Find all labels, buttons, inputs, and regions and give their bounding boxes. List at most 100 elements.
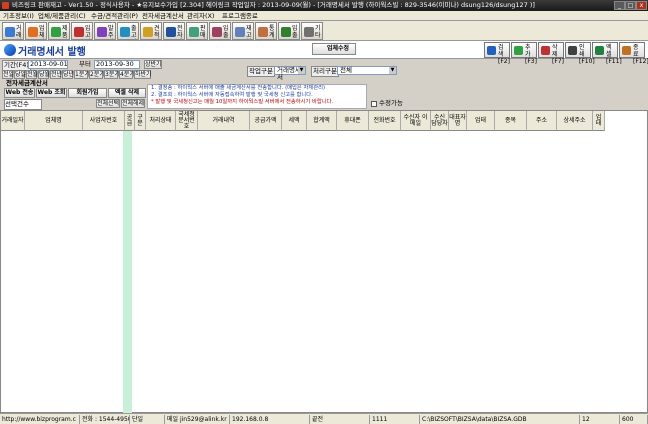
close-button[interactable]: x: [636, 1, 647, 10]
period-button-6[interactable]: 1분기: [74, 70, 90, 79]
document-icon: [4, 44, 16, 56]
etax-button-1[interactable]: Web 조회: [36, 88, 67, 98]
toolbar-icon: [51, 27, 61, 37]
status-cell-5: 끝전: [310, 415, 370, 424]
type-select[interactable]: 거래명세서 ▼: [274, 66, 306, 81]
menu-exit[interactable]: 프로그램종료: [222, 11, 258, 21]
quick-icon: [514, 46, 523, 55]
menu-company[interactable]: 업체/제품관리(C): [38, 11, 86, 21]
half1-button[interactable]: 상반기: [144, 60, 162, 69]
toolbar-button-13[interactable]: 기타: [301, 22, 323, 40]
menu-etax[interactable]: 전자세금계산서: [142, 11, 184, 21]
grid-header-0[interactable]: 거래일자: [1, 111, 25, 131]
toolbar-button-1[interactable]: 업체 관리: [25, 22, 47, 40]
toolbar-button-9[interactable]: 입출금 관리: [209, 22, 231, 40]
period-button-4[interactable]: 전년: [50, 70, 62, 79]
notice-line-2: 2. 결조회 : 하이웍스 서버에 자동접속하여 발행 및 국세청 신고를 합니…: [151, 92, 313, 98]
menu-bar: 기초정보(I) 업체/제품관리(C) 수금/견적관리(P) 전자세금계산서 관리…: [0, 11, 648, 21]
menu-admin[interactable]: 관리자(X): [187, 11, 214, 21]
toolbar-button-11[interactable]: 통계 관리: [255, 22, 277, 40]
data-grid[interactable]: 거래일자 업체명 사업자번호 공급 구분 처리상태 국세청 문서번호 거래내역 공급가액 세액 합계…: [0, 110, 648, 413]
grid-header-19[interactable]: 상세주소: [557, 111, 593, 131]
quick-label: 삭제 [F7]: [552, 44, 564, 65]
end-date-input[interactable]: 2013-09-30: [94, 60, 140, 69]
select-all-button[interactable]: 전체선택: [96, 99, 120, 108]
title-bar: 비즈링크 판매재고 - Ver1.50 - 정식사용자 - ★유지보수가입 [2…: [0, 0, 648, 11]
grid-header-12[interactable]: 전화번호: [369, 111, 401, 131]
period-button-1[interactable]: 당일: [14, 70, 26, 79]
menu-collect[interactable]: 수금/견적관리(P): [91, 11, 138, 21]
etax-button-2[interactable]: 회원가입: [68, 88, 107, 98]
period-button-10[interactable]: 하반기: [134, 70, 152, 79]
toolbar-icon: [97, 27, 107, 37]
modify-checkbox[interactable]: [371, 101, 377, 107]
toolbar-button-3[interactable]: 입고 관리: [71, 22, 93, 40]
toolbar-button-2[interactable]: 제품 관리: [48, 22, 70, 40]
toolbar-button-4[interactable]: 발주 관리: [94, 22, 116, 40]
grid-header-18[interactable]: 주소: [527, 111, 557, 131]
quick-button-0[interactable]: 검색 [F2]: [484, 42, 510, 65]
quick-button-3[interactable]: 인쇄 [F10]: [565, 42, 595, 65]
maximize-button[interactable]: □: [625, 1, 636, 10]
quick-icon: [487, 46, 496, 55]
quick-button-5[interactable]: 종료 [F12]: [619, 42, 648, 65]
toolbar-icon: [281, 27, 291, 37]
period-button-5[interactable]: 당년: [62, 70, 74, 79]
toolbar-label: 전자 세금: [177, 25, 183, 39]
grid-header-20[interactable]: 업태: [593, 111, 605, 131]
toolbar-icon: [304, 27, 314, 37]
period-button-9[interactable]: 4분기: [119, 70, 135, 79]
grid-header-8[interactable]: 공급가액: [250, 111, 282, 131]
quick-button-1[interactable]: 추가 [F3]: [511, 42, 537, 65]
deselect-all-button[interactable]: 전체해제: [121, 99, 145, 108]
grid-header-14[interactable]: 수신 담당자: [431, 111, 449, 131]
toolbar-label: 기타: [315, 25, 321, 39]
grid-header-2[interactable]: 사업자번호: [83, 111, 125, 131]
proc-select[interactable]: 전체 ▼: [337, 66, 397, 75]
grid-header-5[interactable]: 처리상태: [146, 111, 176, 131]
grid-header-6[interactable]: 국세청 문서번호: [176, 111, 198, 131]
menu-basic[interactable]: 기초정보(I): [3, 11, 34, 21]
chevron-down-icon: ▼: [389, 67, 396, 74]
period-button-2[interactable]: 전월: [26, 70, 38, 79]
toolbar-button-7[interactable]: 전자 세금: [163, 22, 185, 40]
grid-header-11[interactable]: 휴대폰: [337, 111, 369, 131]
grid-header-7[interactable]: 거래내역: [198, 111, 250, 131]
modify-label: 수정가능: [379, 99, 403, 107]
grid-header-1[interactable]: 업체명: [25, 111, 83, 131]
toolbar-button-0[interactable]: 거래처 관리: [2, 22, 24, 40]
grid-header-13[interactable]: 수신자 이메일: [401, 111, 431, 131]
toolbar-icon: [166, 27, 176, 37]
period-button-3[interactable]: 당월: [38, 70, 50, 79]
toolbar-label: 발주 관리: [108, 25, 114, 39]
grid-header-16[interactable]: 업태: [467, 111, 495, 131]
etax-button-0[interactable]: Web 전송: [4, 88, 35, 98]
edit-company-label: 업체수정: [326, 45, 350, 52]
grid-header-10[interactable]: 합계액: [307, 111, 337, 131]
quick-icon: [568, 46, 577, 55]
grid-header-9[interactable]: 세액: [282, 111, 307, 131]
start-date-input[interactable]: 2013-09-01: [28, 60, 68, 69]
period-button-8[interactable]: 3분기: [104, 70, 120, 79]
toolbar-label: 업체 관리: [39, 25, 45, 39]
etax-button-3[interactable]: 엑셀 삭제: [108, 88, 146, 98]
quick-button-4[interactable]: 엑셀 [F11]: [592, 42, 622, 65]
toolbar-icon: [258, 27, 268, 37]
grid-header-4[interactable]: 구분: [135, 111, 146, 131]
toolbar-button-12[interactable]: 입출금 통계: [278, 22, 300, 40]
toolbar-icon: [143, 27, 153, 37]
grid-header-3[interactable]: 공급: [125, 111, 135, 131]
toolbar-label: 판매 관리: [200, 25, 206, 39]
toolbar-button-5[interactable]: 출고 관리: [117, 22, 139, 40]
period-button-7[interactable]: 2분기: [89, 70, 105, 79]
quick-button-2[interactable]: 삭제 [F7]: [538, 42, 564, 65]
grid-header-15[interactable]: 대표자명: [449, 111, 467, 131]
toolbar-button-8[interactable]: 판매 관리: [186, 22, 208, 40]
toolbar-button-10[interactable]: 재고 현황: [232, 22, 254, 40]
period-button-0[interactable]: 전일: [2, 70, 14, 79]
edit-company-button[interactable]: 업체수정: [312, 43, 356, 55]
minimize-button[interactable]: _: [614, 1, 625, 10]
grid-header-17[interactable]: 종목: [495, 111, 527, 131]
toolbar-button-6[interactable]: 견적 관리: [140, 22, 162, 40]
status-cell-4: 192.168.0.8: [230, 415, 310, 424]
